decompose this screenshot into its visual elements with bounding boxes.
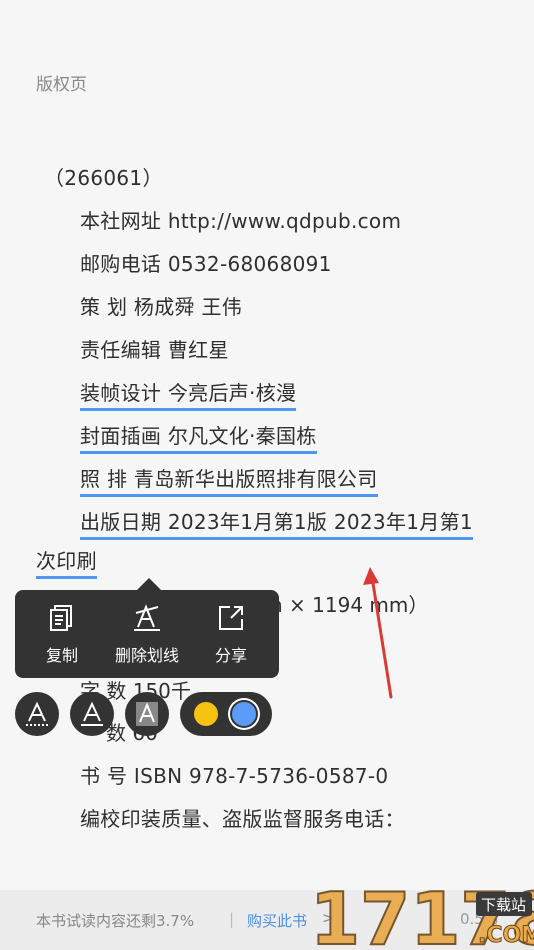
copy-button[interactable]: 复制 (22, 600, 102, 666)
remove-underline-label: 删除划线 (114, 646, 179, 665)
share-icon (219, 606, 243, 630)
text-underline-dotted-icon (26, 701, 48, 726)
editor-line: 责任编辑 曹红星 (80, 338, 229, 362)
publish-date-line[interactable]: 出版日期 2023年1月第1版 2023年1月第1 (80, 506, 473, 540)
cover-art-line[interactable]: 封面插画 尔凡文化·秦国栋 (80, 420, 317, 454)
underline-solid-style-button[interactable] (70, 692, 114, 736)
share-label: 分享 (214, 646, 247, 665)
remove-underline-button[interactable]: 删除划线 (107, 600, 187, 666)
watermark-tag: 下载站 (481, 896, 526, 914)
annotation-arrow (363, 567, 393, 699)
highlight-style-button[interactable] (125, 692, 169, 736)
format-line-partial: n × 1194 mm） (270, 593, 429, 617)
typesetting-line[interactable]: 照 排 青岛新华出版照排有限公司 (80, 463, 378, 497)
separator: | (229, 910, 235, 928)
underline-dotted-style-button[interactable] (15, 692, 59, 736)
binding-design-line[interactable]: 装帧设计 今亮后声·核漫 (80, 377, 297, 411)
text-underline-icon (81, 701, 103, 726)
website-line: 本社网址 http://www.qdpub.com (80, 209, 402, 233)
buy-book-link[interactable]: 购买此书 (247, 910, 307, 931)
remove-underline-icon (134, 604, 160, 631)
yellow-color-dot[interactable] (194, 702, 218, 726)
selection-popup: 复制 删除划线 分享 (15, 590, 279, 678)
popup-pointer (137, 578, 161, 590)
isbn-line: 书 号 ISBN 978-7-5736-0587-0 (80, 764, 389, 788)
text-highlight-icon (136, 702, 158, 726)
share-button[interactable]: 分享 (191, 600, 271, 666)
section-title: 版权页 (36, 75, 87, 95)
copy-icon (50, 605, 72, 631)
watermark-logo: 17178 下载站 .COM (309, 880, 534, 950)
quality-phone-line: 编校印装质量、盗版监督服务电话： (80, 807, 405, 831)
planning-line: 策 划 杨成舜 王伟 (80, 295, 243, 319)
postcode-line: （266061） (44, 166, 163, 190)
phone-line: 邮购电话 0532-68068091 (80, 252, 332, 276)
trial-remaining-text: 本书试读内容还剩3.7% (36, 912, 195, 930)
color-picker (180, 692, 272, 736)
copy-label: 复制 (45, 646, 78, 665)
publish-date-line-2[interactable]: 次印刷 (36, 545, 97, 579)
blue-color-dot[interactable] (232, 702, 256, 726)
watermark-domain: .COM (478, 923, 534, 948)
